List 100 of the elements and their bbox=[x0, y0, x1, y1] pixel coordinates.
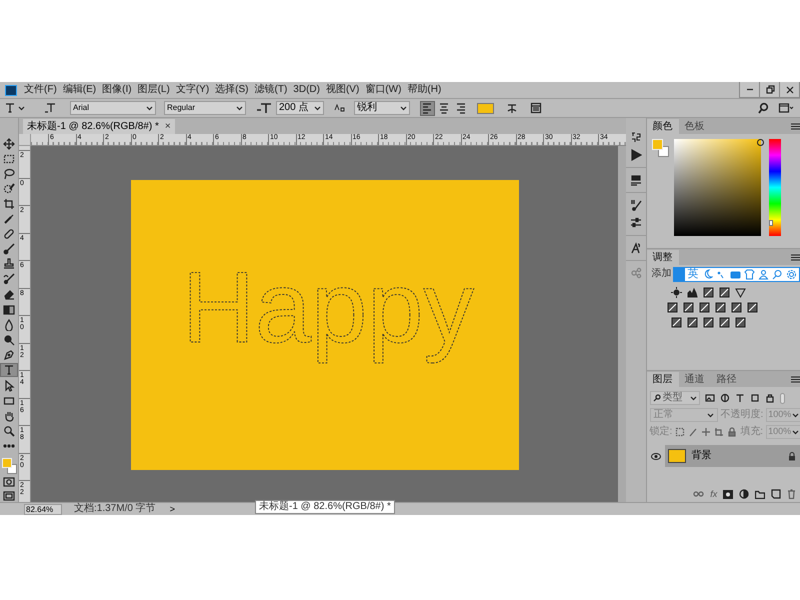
tooltip: 未标题-1 @ 82.6%(RGB/8#) * bbox=[255, 500, 395, 514]
layer-style-button[interactable]: fx bbox=[710, 489, 718, 499]
shirt-icon bbox=[744, 268, 754, 280]
antialias-dropdown[interactable]: 锐利 bbox=[354, 101, 410, 115]
type-filter-icon bbox=[734, 393, 744, 403]
brush-settings-icon bbox=[630, 199, 642, 211]
caret-icon bbox=[400, 106, 407, 110]
document-tab[interactable]: 未标题-1 @ 82.6%(RGB/8#) * × bbox=[23, 119, 175, 134]
panel-tab[interactable]: 调整 bbox=[646, 250, 678, 265]
dodge-icon bbox=[3, 334, 15, 346]
hue-slider-thumb[interactable] bbox=[768, 220, 772, 226]
half-square-icon[interactable] bbox=[698, 302, 710, 313]
restore-icon bbox=[764, 84, 776, 96]
lock-icon bbox=[727, 427, 738, 437]
text-color-swatch[interactable] bbox=[477, 102, 494, 114]
font-family-value: Arial bbox=[73, 102, 90, 114]
smart-object-filter-icon bbox=[764, 393, 774, 403]
menu-item[interactable]: 3D(D) bbox=[292, 83, 321, 97]
crop-icon bbox=[3, 198, 15, 210]
sliders-icon bbox=[630, 217, 642, 229]
split-square-icon[interactable] bbox=[670, 317, 682, 328]
color-swatches[interactable] bbox=[652, 139, 668, 157]
font-style-dropdown[interactable]: Regular bbox=[164, 101, 246, 115]
brightness-icon[interactable] bbox=[670, 287, 682, 298]
menu-item[interactable]: 视图(V) bbox=[324, 83, 360, 97]
levels-icon[interactable] bbox=[686, 287, 698, 298]
window-control-button[interactable] bbox=[780, 82, 800, 97]
color-swatches[interactable] bbox=[0, 456, 18, 474]
drop-icon bbox=[3, 318, 15, 331]
document-canvas[interactable]: Happy bbox=[131, 180, 519, 470]
gradient-icon bbox=[3, 304, 15, 316]
history-brush-icon bbox=[3, 273, 15, 286]
ime-toolbar[interactable]: 英 bbox=[672, 266, 800, 282]
selection-outline-text: Happy bbox=[182, 252, 474, 364]
panel-tab[interactable]: 路径 bbox=[710, 372, 742, 387]
font-size-dropdown[interactable]: 200 点 bbox=[276, 101, 324, 115]
panel-menu-icon bbox=[791, 254, 800, 261]
eye-icon[interactable] bbox=[650, 452, 660, 460]
menu-item[interactable]: 文字(Y) bbox=[174, 83, 210, 97]
mask-icon bbox=[723, 490, 734, 498]
panel-tab[interactable]: 色板 bbox=[678, 119, 710, 134]
ime-logo-icon bbox=[674, 268, 684, 280]
panel-tab[interactable]: 颜色 bbox=[646, 119, 678, 134]
filter-toggle[interactable] bbox=[780, 392, 784, 404]
quick-select-icon bbox=[3, 182, 15, 195]
blend-mode-value: 正常 bbox=[654, 409, 674, 421]
document-info: 文档:1.37M/0 字节 bbox=[74, 503, 156, 515]
layer-filter-dropdown[interactable]: 类型 bbox=[650, 391, 700, 405]
arrow-cursor-icon bbox=[3, 380, 15, 392]
close-tab-button[interactable]: × bbox=[164, 120, 171, 132]
fill-label: 填充: bbox=[740, 426, 764, 438]
align-center-icon bbox=[438, 102, 450, 114]
panel-menu-icon bbox=[791, 376, 800, 383]
menu-item[interactable]: 窗口(W) bbox=[364, 83, 402, 97]
font-family-dropdown[interactable]: Arial bbox=[70, 101, 156, 115]
character-icon bbox=[630, 242, 642, 254]
menu-item[interactable]: 帮助(H) bbox=[406, 83, 442, 97]
status-menu-arrow[interactable]: > bbox=[170, 504, 175, 514]
panel-tab[interactable]: 通道 bbox=[678, 372, 710, 387]
font-size-icon bbox=[256, 102, 272, 114]
hand-icon bbox=[3, 410, 15, 422]
document-tab-title: 未标题-1 @ 82.6%(RGB/8#) * bbox=[27, 120, 159, 132]
lock-label: 锁定: bbox=[650, 426, 672, 438]
menu-item[interactable]: 滤镜(T) bbox=[254, 83, 288, 97]
menu-item[interactable]: 选择(S) bbox=[214, 83, 250, 97]
panel-tab[interactable]: 图层 bbox=[646, 372, 678, 387]
screen-mode-icon bbox=[3, 491, 15, 502]
new-layer-icon bbox=[771, 489, 782, 499]
ime-mode[interactable]: 英 bbox=[688, 268, 698, 280]
brush-icon bbox=[688, 427, 698, 437]
zoom-field[interactable]: 82.64% bbox=[24, 504, 62, 514]
vibrance-icon[interactable] bbox=[734, 287, 746, 298]
rectangle-icon bbox=[3, 395, 15, 408]
adjustment-filter-icon bbox=[720, 393, 730, 403]
align-left-icon bbox=[422, 102, 434, 114]
caret-icon bbox=[18, 106, 25, 110]
keyboard-icon bbox=[730, 268, 740, 280]
font-size-value: 200 点 bbox=[279, 102, 308, 114]
link-icon bbox=[693, 490, 704, 498]
pen-icon bbox=[3, 348, 15, 361]
color-picker-handle[interactable] bbox=[756, 139, 764, 146]
brush-icon bbox=[3, 243, 15, 256]
layer-row[interactable]: 背景 bbox=[664, 445, 800, 467]
caret-icon bbox=[146, 106, 153, 110]
menu-item[interactable]: 编辑(E) bbox=[62, 83, 98, 97]
adjustment-layer-icon bbox=[739, 489, 750, 499]
minimize-icon bbox=[746, 88, 754, 91]
menu-item[interactable]: 文件(F) bbox=[23, 83, 58, 97]
color-picker-field[interactable] bbox=[674, 139, 760, 236]
gear-icon bbox=[786, 268, 796, 280]
hue-slider[interactable] bbox=[768, 139, 780, 236]
tool-button[interactable] bbox=[0, 363, 18, 378]
align-button[interactable] bbox=[420, 100, 435, 116]
trash-icon bbox=[787, 489, 796, 499]
move-icon bbox=[3, 138, 15, 150]
menu-item[interactable]: 图层(L) bbox=[136, 83, 171, 97]
search-icon bbox=[772, 268, 782, 280]
panel-menu-icon bbox=[791, 123, 800, 130]
menu-item[interactable]: 图像(I) bbox=[101, 83, 133, 97]
window-control-button[interactable] bbox=[760, 82, 780, 97]
